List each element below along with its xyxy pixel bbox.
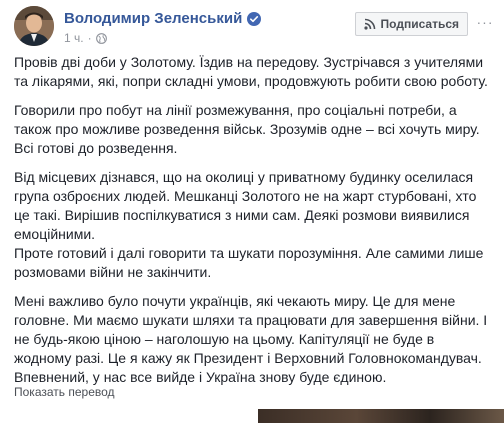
post-paragraph: Провів дві доби у Золотому. Їздив на пер… bbox=[14, 54, 488, 89]
post-paragraph: Проте готовий і далі говорити та шукати … bbox=[14, 245, 484, 280]
author-avatar[interactable] bbox=[14, 6, 54, 46]
globe-icon[interactable] bbox=[95, 32, 107, 44]
post-paragraph: Говорили про побут на лінії розмежування… bbox=[14, 102, 480, 156]
rss-icon bbox=[363, 18, 375, 30]
post-paragraph: Мені важливо було почути українців, які … bbox=[14, 293, 488, 385]
post-timestamp[interactable]: 1 ч. bbox=[64, 31, 84, 45]
post-header: Володимир Зеленський 1 ч. · Подписаться … bbox=[14, 4, 494, 48]
show-translation-link[interactable]: Показать перевод bbox=[14, 385, 115, 399]
author-name[interactable]: Володимир Зеленський bbox=[64, 10, 242, 27]
post-body: Провів дві доби у Золотому. Їздив на пер… bbox=[14, 53, 494, 397]
subscribe-button[interactable]: Подписаться bbox=[354, 12, 468, 36]
subscribe-label: Подписаться bbox=[380, 17, 459, 31]
post-paragraph: Від місцевих дізнався, що на околиці у п… bbox=[14, 169, 477, 242]
author-row: Володимир Зеленський bbox=[64, 10, 262, 27]
more-options-icon[interactable]: ··· bbox=[476, 13, 494, 31]
post-meta: 1 ч. · bbox=[64, 31, 107, 45]
verified-badge-icon bbox=[247, 11, 262, 26]
meta-separator: · bbox=[87, 31, 92, 45]
post-card: Володимир Зеленський 1 ч. · Подписаться … bbox=[0, 0, 504, 423]
post-photo[interactable] bbox=[258, 409, 504, 423]
avatar-image bbox=[14, 6, 54, 46]
